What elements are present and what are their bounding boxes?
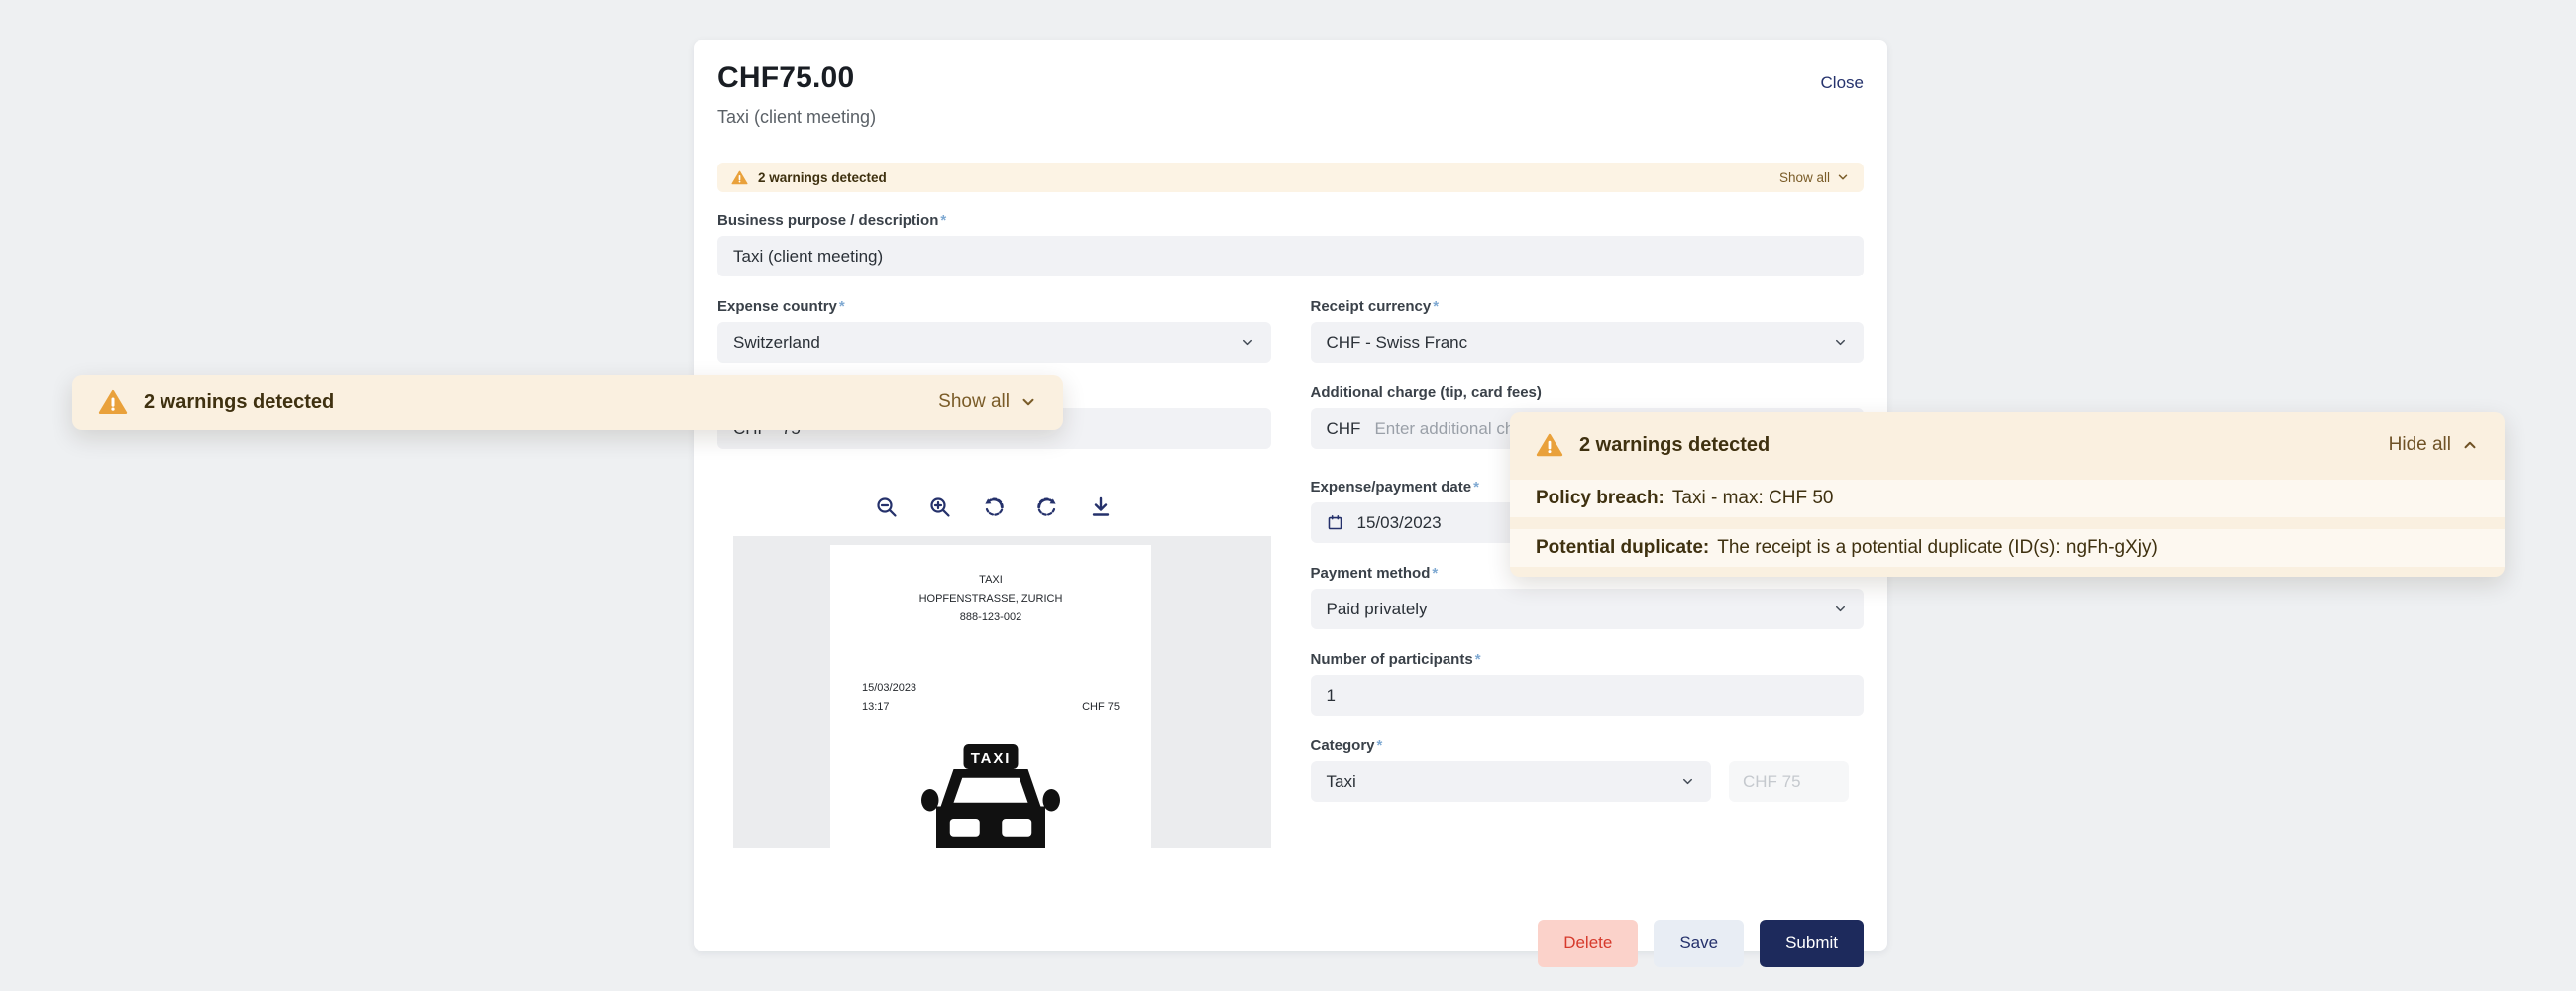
svg-text:TAXI: TAXI: [971, 750, 1012, 767]
warning-item-policy-breach: Policy breach:Taxi - max: CHF 50: [1510, 480, 2505, 517]
receipt-address: HOPFENSTRASSE, ZURICH: [830, 590, 1151, 608]
additional-charge-label: Additional charge (tip, card fees): [1311, 385, 1542, 401]
receipt-image: TAXI HOPFENSTRASSE, ZURICH 888-123-002 1…: [830, 545, 1151, 848]
category-select[interactable]: Taxi: [1311, 761, 1712, 802]
receipt-viewer: TAXI HOPFENSTRASSE, ZURICH 888-123-002 1…: [717, 479, 1271, 848]
required-mark: *: [839, 298, 845, 315]
business-purpose-input-text[interactable]: [733, 247, 1848, 267]
warnings-panel: 2 warnings detected Hide all Policy brea…: [1510, 412, 2505, 577]
receipt-date: 15/03/2023: [862, 679, 1120, 698]
calendar-icon: [1327, 514, 1343, 531]
participants-field: Number of participants*: [1311, 651, 1865, 716]
warning-triangle-icon: [98, 387, 128, 417]
receipt-time: 13:17: [862, 698, 890, 716]
payment-method-select[interactable]: Paid privately: [1311, 589, 1865, 629]
chevron-down-icon: [1836, 170, 1850, 184]
app-background: CHF75.00 Taxi (client meeting) Close 2 w…: [0, 0, 2576, 991]
required-mark: *: [940, 212, 946, 229]
warnings-tooltip: 2 warnings detected Show all: [72, 375, 1063, 430]
expense-country-select[interactable]: Switzerland: [717, 322, 1271, 363]
expense-country-label: Expense country: [717, 298, 837, 315]
chevron-up-icon: [2461, 436, 2479, 454]
payment-method-label: Payment method: [1311, 565, 1431, 582]
required-mark: *: [1377, 737, 1383, 754]
save-button[interactable]: Save: [1654, 920, 1744, 967]
business-purpose-field: Business purpose / description*: [717, 212, 1864, 276]
show-all-button[interactable]: Show all: [938, 391, 1037, 413]
expense-amount-title: CHF75.00: [717, 59, 876, 97]
participants-input[interactable]: [1311, 675, 1865, 716]
zoom-in-icon[interactable]: [927, 495, 953, 520]
chevron-down-icon: [1680, 774, 1695, 789]
receipt-merchant: TAXI: [830, 571, 1151, 590]
warning-triangle-icon: [1536, 431, 1563, 459]
expense-country-field: Expense country* Switzerland: [717, 298, 1271, 363]
receipt-total: CHF 75: [1082, 698, 1120, 716]
warnings-panel-title: 2 warnings detected: [1579, 434, 1770, 457]
receipt-currency-field: Receipt currency* CHF - Swiss Franc: [1311, 298, 1865, 363]
receipt-currency-select[interactable]: CHF - Swiss Franc: [1311, 322, 1865, 363]
receipt-currency-label: Receipt currency: [1311, 298, 1432, 315]
rotate-counterclockwise-icon[interactable]: [981, 495, 1007, 520]
receipt-preview-area: TAXI HOPFENSTRASSE, ZURICH 888-123-002 1…: [733, 536, 1271, 848]
required-mark: *: [1432, 565, 1438, 582]
receipt-toolbar: [717, 491, 1271, 524]
expense-subtitle: Taxi (client meeting): [717, 105, 876, 129]
download-icon[interactable]: [1088, 495, 1114, 520]
warning-triangle-icon: [731, 169, 748, 186]
close-button[interactable]: Close: [1821, 73, 1864, 93]
warnings-tooltip-text: 2 warnings detected: [144, 391, 334, 414]
expense-date-label: Expense/payment date: [1311, 479, 1472, 496]
required-mark: *: [1475, 651, 1481, 668]
required-mark: *: [1473, 479, 1479, 496]
hide-all-button[interactable]: Hide all: [2389, 434, 2479, 456]
modal-footer: Delete Save Submit: [717, 920, 1864, 967]
chevron-down-icon: [1240, 335, 1255, 350]
show-all-button[interactable]: Show all: [1779, 170, 1850, 185]
submit-button[interactable]: Submit: [1760, 920, 1864, 967]
receipt-phone: 888-123-002: [830, 608, 1151, 627]
taxi-icon: TAXI: [830, 744, 1151, 848]
chevron-down-icon: [1020, 393, 1037, 411]
required-mark: *: [1433, 298, 1439, 315]
category-field: Category* Taxi CHF 75: [1311, 737, 1865, 802]
participants-label: Number of participants: [1311, 651, 1473, 668]
category-label: Category: [1311, 737, 1375, 754]
currency-prefix: CHF: [1327, 419, 1361, 439]
category-amount-hint: CHF 75: [1729, 761, 1849, 802]
warnings-banner: 2 warnings detected Show all: [717, 163, 1864, 192]
warnings-banner-text: 2 warnings detected: [758, 170, 887, 185]
delete-button[interactable]: Delete: [1538, 920, 1638, 967]
chevron-down-icon: [1833, 335, 1848, 350]
rotate-clockwise-icon[interactable]: [1034, 495, 1060, 520]
chevron-down-icon: [1833, 602, 1848, 616]
business-purpose-label: Business purpose / description: [717, 212, 938, 229]
warning-item-potential-duplicate: Potential duplicate:The receipt is a pot…: [1510, 529, 2505, 567]
business-purpose-input[interactable]: [717, 236, 1864, 276]
zoom-out-icon[interactable]: [874, 495, 900, 520]
modal-header: CHF75.00 Taxi (client meeting) Close: [717, 59, 1864, 129]
participants-input-text[interactable]: [1327, 686, 1849, 706]
